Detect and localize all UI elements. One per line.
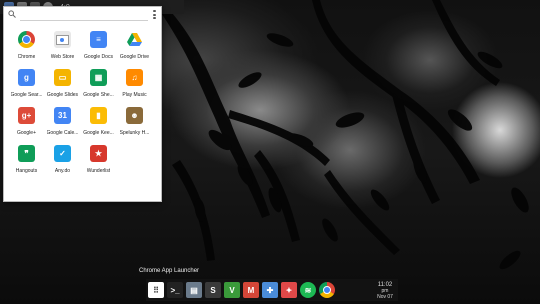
- sublime-text-icon[interactable]: S: [205, 282, 221, 298]
- gmail-icon[interactable]: M: [243, 282, 259, 298]
- app-item[interactable]: 31 Google Cale...: [45, 105, 80, 143]
- app-name: Chrome: [17, 54, 36, 60]
- play-music-icon: ♫: [126, 69, 143, 86]
- app-name: Web Store: [50, 54, 75, 60]
- launcher-tooltip: Chrome App Launcher: [139, 268, 200, 274]
- google-keep-icon: ▮: [90, 107, 107, 124]
- app-item[interactable]: Google Drive: [117, 29, 152, 67]
- terminal-icon[interactable]: >_: [167, 282, 183, 298]
- app-item[interactable]: ▦ Google She...: [81, 67, 116, 105]
- app-grid: Chrome Web Store ≡ Google Docs Google Drive g…: [4, 29, 166, 181]
- chrome-icon[interactable]: [319, 282, 335, 298]
- google-drive-icon: [126, 31, 143, 48]
- google-search-icon: g: [18, 69, 35, 86]
- app-name: Google+: [16, 130, 37, 136]
- app-item[interactable]: ▮ Google Kee...: [81, 105, 116, 143]
- app-name: Wunderlist: [86, 168, 111, 174]
- menu-icon[interactable]: [153, 10, 157, 19]
- app-launcher-icon[interactable]: ⠿: [148, 282, 164, 298]
- app-name: Google Docs: [84, 54, 113, 60]
- google-calendar-icon: 31: [54, 107, 71, 124]
- shelf: ⠿ >_ ▤ S V M ✚ ✦ ≋: [146, 279, 398, 301]
- app-item[interactable]: ★ Wunderlist: [81, 143, 116, 181]
- app-item[interactable]: ♫ Play Music: [117, 67, 152, 105]
- wunderlist-icon: ★: [90, 145, 107, 162]
- google-sheets-icon: ▦: [90, 69, 107, 86]
- google-plus-icon: g+: [18, 107, 35, 124]
- anydo-icon: ✓: [54, 145, 71, 162]
- app-item[interactable]: ☻ Spelunky H...: [117, 105, 152, 143]
- app-item[interactable]: Web Store: [45, 29, 80, 67]
- app-name: Google Cale...: [46, 130, 79, 136]
- search-row: [4, 7, 161, 22]
- app-name: Play Music: [122, 92, 147, 98]
- app-name: Google Kee...: [83, 130, 114, 136]
- app-item[interactable]: ❞ Hangouts: [9, 143, 44, 181]
- google-slides-icon: ▭: [54, 69, 71, 86]
- chrome-icon: [18, 31, 35, 48]
- app-item[interactable]: ≡ Google Docs: [81, 29, 116, 67]
- app-item[interactable]: g Google Sear...: [9, 67, 44, 105]
- app-name: Google Slides: [46, 92, 79, 98]
- app-name: Google Sear...: [10, 92, 43, 98]
- clock-date: Nov 07: [377, 294, 393, 300]
- spotify-icon[interactable]: ≋: [300, 282, 316, 298]
- files-icon[interactable]: ▤: [186, 282, 202, 298]
- search-icon[interactable]: [8, 10, 16, 18]
- app-name: Spelunky H...: [119, 130, 150, 136]
- google-docs-icon: ≡: [90, 31, 107, 48]
- spelunky-icon: ☻: [126, 107, 143, 124]
- puzzle-icon[interactable]: ✚: [262, 282, 278, 298]
- vim-icon[interactable]: V: [224, 282, 240, 298]
- app-item[interactable]: Chrome: [9, 29, 44, 67]
- app-name: Google Drive: [119, 54, 150, 60]
- app-item[interactable]: ▭ Google Slides: [45, 67, 80, 105]
- app-launcher: Chrome Web Store ≡ Google Docs Google Drive g…: [3, 6, 162, 202]
- app-name: Hangouts: [15, 168, 38, 174]
- hangouts-icon: ❞: [18, 145, 35, 162]
- search-input[interactable]: [20, 8, 148, 21]
- app-item[interactable]: g+ Google+: [9, 105, 44, 143]
- status-tray[interactable]: 11:02 pm Nov 07: [372, 282, 398, 300]
- gift-icon[interactable]: ✦: [281, 282, 297, 298]
- app-name: Google She...: [83, 92, 114, 98]
- app-name: Any.do: [54, 168, 71, 174]
- web-store-icon: [54, 31, 71, 48]
- app-item[interactable]: ✓ Any.do: [45, 143, 80, 181]
